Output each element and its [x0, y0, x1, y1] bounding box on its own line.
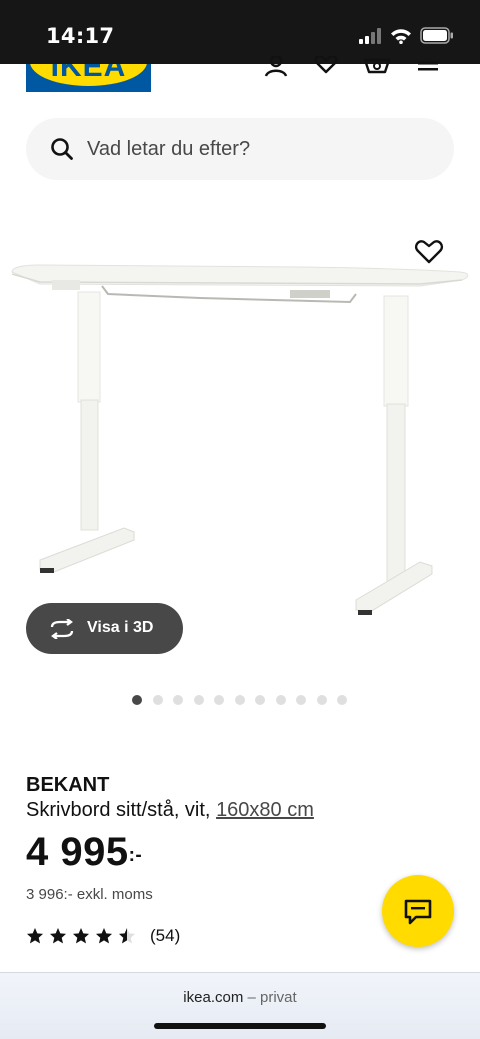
- gallery-dot[interactable]: [152, 695, 163, 705]
- star-full-icon: [50, 928, 66, 944]
- logo-text: IKEA: [50, 64, 127, 83]
- price-main: 4 995: [26, 830, 129, 874]
- gallery-dot[interactable]: [234, 695, 245, 705]
- price-excl-vat: 3 996:- exkl. moms: [26, 886, 153, 903]
- search-placeholder: Vad letar du efter?: [87, 138, 251, 160]
- gallery-dot[interactable]: [296, 695, 306, 705]
- home-indicator[interactable]: [154, 1023, 326, 1029]
- gallery-pagination-dots: [132, 695, 347, 705]
- product-image[interactable]: [0, 210, 480, 630]
- star-full-icon: [96, 928, 112, 944]
- product-measurement-link[interactable]: 160x80 cm: [216, 799, 314, 821]
- wifi-icon: [391, 28, 411, 44]
- ikea-logo[interactable]: IKEA: [26, 64, 151, 92]
- review-count: (54): [150, 926, 181, 945]
- chat-bubble-icon: [404, 899, 432, 925]
- search-icon: [51, 138, 73, 160]
- rotate-3d-icon: [50, 619, 74, 639]
- url-domain: ikea.com: [183, 989, 244, 1006]
- star-full-icon: [73, 928, 89, 944]
- gallery-dot-active[interactable]: [132, 695, 142, 705]
- profile-icon[interactable]: [262, 56, 290, 80]
- url-separator: –: [243, 989, 261, 1006]
- rating-stars: [26, 927, 136, 945]
- gallery-dot[interactable]: [193, 695, 204, 705]
- site-header: IKEA: [0, 56, 480, 104]
- gallery-dot[interactable]: [316, 695, 327, 705]
- price-suffix: :-: [128, 845, 143, 866]
- gallery-dot[interactable]: [214, 695, 224, 705]
- search-bar[interactable]: Vad letar du efter?: [26, 118, 454, 180]
- view-in-3d-label: Visa i 3D: [87, 619, 154, 636]
- status-icons: [358, 27, 454, 44]
- star-full-icon: [27, 928, 43, 944]
- browser-url: ikea.com – privat: [0, 989, 480, 1006]
- product-rating[interactable]: (54): [26, 926, 180, 946]
- gallery-dot[interactable]: [275, 695, 286, 705]
- wishlist-heart-icon[interactable]: [312, 56, 340, 80]
- gallery-dot[interactable]: [173, 695, 183, 705]
- status-time: 14:17: [46, 24, 115, 48]
- battery-icon: [420, 27, 453, 44]
- view-in-3d-button[interactable]: Visa i 3D: [26, 603, 183, 654]
- chat-button[interactable]: [382, 875, 454, 947]
- product-description-text: Skrivbord sitt/stå, vit,: [26, 799, 211, 821]
- browser-address-bar[interactable]: ikea.com – privat: [0, 972, 480, 1039]
- add-to-favorites-heart-icon[interactable]: [414, 238, 444, 266]
- status-bar: 14:17: [0, 0, 480, 64]
- gallery-dot[interactable]: [337, 695, 347, 705]
- product-name[interactable]: BEKANT: [26, 774, 109, 797]
- shopping-basket-icon[interactable]: [363, 56, 391, 80]
- product-description: Skrivbord sitt/stå, vit, 160x80 cm: [26, 799, 314, 822]
- star-half-icon: [119, 928, 135, 944]
- signal-icon: [359, 27, 381, 44]
- menu-icon[interactable]: [415, 56, 443, 80]
- gallery-dot[interactable]: [255, 695, 265, 705]
- url-browsing-mode: privat: [260, 989, 297, 1006]
- product-price: 4 995:-: [26, 830, 142, 875]
